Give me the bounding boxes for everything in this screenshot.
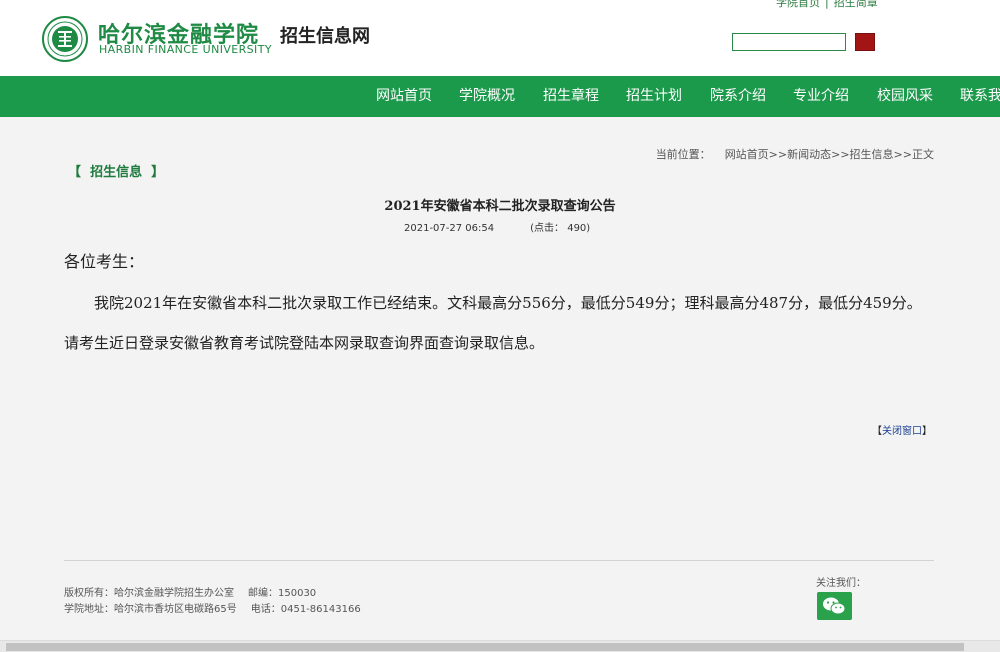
- nav-item-plan[interactable]: 招生计划: [626, 76, 682, 117]
- search-input[interactable]: [732, 33, 846, 51]
- footer-phone: 电话：0451-86143166: [250, 604, 361, 615]
- footer-copyright: 版权所有：哈尔滨金融学院招生办公室: [64, 588, 234, 599]
- nav-item-home[interactable]: 网站首页: [376, 76, 432, 117]
- follow-us-label: 关注我们：: [816, 578, 866, 589]
- top-link-home[interactable]: 学院首页: [776, 0, 820, 9]
- site-title: 招生信息网: [280, 26, 370, 47]
- category-label: 招生信息: [90, 165, 143, 180]
- article-greeting: 各位考生：: [64, 252, 145, 271]
- footer-line-1: 版权所有：哈尔滨金融学院招生办公室 邮编：150030: [64, 584, 316, 599]
- scrollbar-thumb[interactable]: [6, 643, 964, 651]
- top-links: 学院首页 | 招生简章: [776, 0, 878, 10]
- close-window-label[interactable]: 关闭窗口: [882, 426, 922, 437]
- nav-item-contact[interactable]: 联系我们: [960, 76, 1000, 117]
- nav-item-charter[interactable]: 招生章程: [543, 76, 599, 117]
- footer-address: 学院地址：哈尔滨市香坊区电碳路65号: [64, 604, 237, 615]
- category-heading: 【 招生信息 】: [68, 165, 165, 180]
- wechat-icon[interactable]: [817, 592, 852, 620]
- logo-name-english: HARBIN FINANCE UNIVERSITY: [99, 43, 272, 56]
- horizontal-scrollbar[interactable]: [0, 640, 1000, 652]
- breadcrumb-path[interactable]: 网站首页>>新闻动态>>招生信息>>正文: [725, 148, 934, 161]
- content-area: 当前位置： 网站首页>>新闻动态>>招生信息>>正文 【 招生信息 】 2021年…: [0, 117, 1000, 640]
- close-window-link[interactable]: 【关闭窗口】: [872, 422, 932, 437]
- footer-line-2: 学院地址：哈尔滨市香坊区电碳路65号 电话：0451-86143166: [64, 600, 361, 615]
- nav-item-departments[interactable]: 院系介绍: [710, 76, 766, 117]
- article-body: 我院2021年在安徽省本科二批次录取工作已经结束。文科最高分556分，最低分54…: [64, 294, 922, 352]
- site-header: 学院首页 | 招生简章 哈尔滨金融学院 HARBIN FINANCE UNIVERS…: [0, 0, 1000, 76]
- article-meta: 2021-07-27 06:54 (点击： 490): [404, 219, 590, 234]
- search-button[interactable]: [855, 33, 875, 51]
- nav-item-overview[interactable]: 学院概况: [459, 76, 515, 117]
- nav-item-campus[interactable]: 校园风采: [877, 76, 933, 117]
- main-nav: 网站首页 学院概况 招生章程 招生计划 院系介绍 专业介绍 校园风采 联系我们: [0, 76, 1000, 117]
- article-title: 2021年安徽省本科二批次录取查询公告: [384, 199, 616, 214]
- article-date: 2021-07-27 06:54: [404, 223, 495, 234]
- footer-postcode: 邮编：150030: [248, 588, 317, 599]
- breadcrumb: 当前位置： 网站首页>>新闻动态>>招生信息>>正文: [656, 146, 934, 162]
- nav-item-majors[interactable]: 专业介绍: [793, 76, 849, 117]
- article-hits: (点击： 490): [530, 223, 591, 234]
- top-link-separator: |: [825, 0, 829, 9]
- footer-divider: [64, 560, 934, 561]
- breadcrumb-label: 当前位置：: [655, 148, 711, 161]
- university-emblem-icon[interactable]: [42, 16, 88, 62]
- top-link-brochure[interactable]: 招生简章: [834, 0, 878, 9]
